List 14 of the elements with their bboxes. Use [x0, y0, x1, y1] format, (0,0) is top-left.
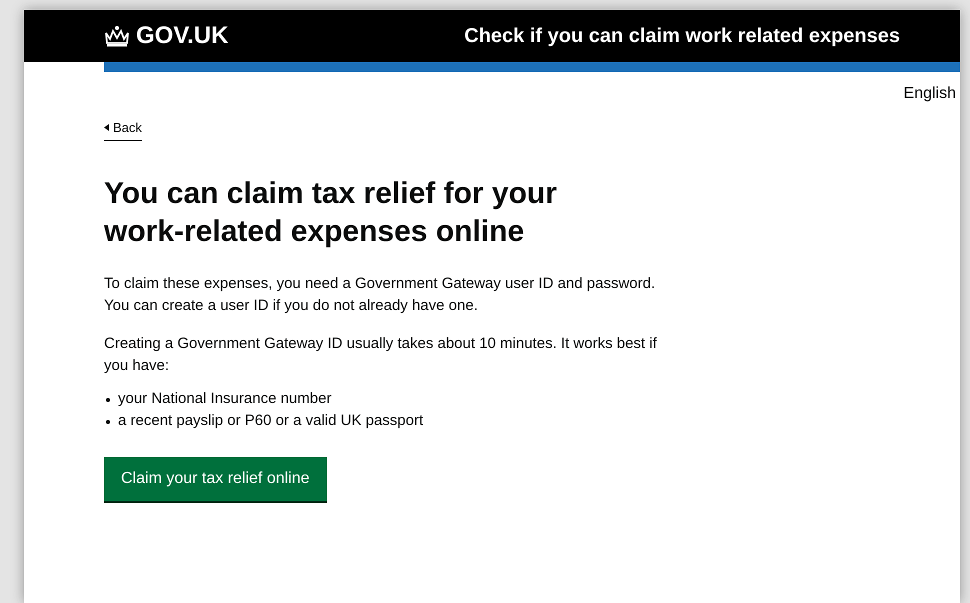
back-link[interactable]: Back [104, 118, 142, 140]
bullet-icon [106, 398, 110, 402]
body-paragraph: Creating a Government Gateway ID usually takes about 10 minutes. It works best if you have: [104, 334, 658, 376]
list-item: your National Insurance number [118, 389, 332, 410]
claim-button[interactable]: Claim your tax relief online [104, 456, 327, 500]
bullet-icon [106, 420, 110, 424]
list-item: a recent payslip or P60 or a valid UK passport [118, 411, 424, 432]
triangle-left-icon [104, 124, 109, 132]
body-paragraph: To claim these expenses, you need a Government Gateway user ID and password. You can create a user ID if you do not already have one. [104, 274, 656, 316]
service-name: Check if you can claim work related expenses [464, 24, 900, 49]
page-heading: You can claim tax relief for your work-related expenses online [104, 176, 558, 250]
logo-link[interactable]: GOV.UK [104, 18, 228, 54]
language-link[interactable]: English [904, 82, 956, 106]
crown-icon [104, 25, 130, 47]
